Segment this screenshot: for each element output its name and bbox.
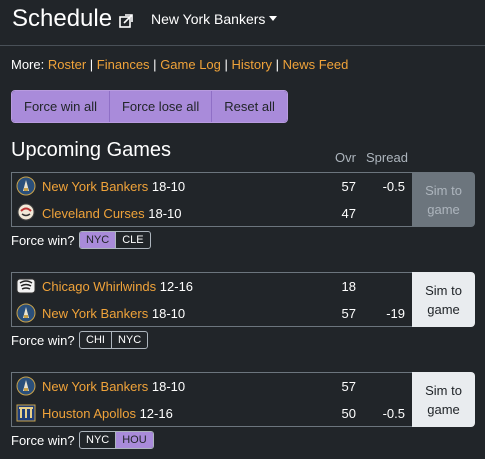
team-spread: -0.5 <box>382 406 405 421</box>
team-row: Houston Apollos 12-16 50 -0.5 <box>12 400 413 427</box>
team-record: 18-10 <box>151 179 186 194</box>
team-record: 12-16 <box>139 406 173 421</box>
more-links: More: Roster | Finances | Game Log | His… <box>11 57 348 72</box>
curses-logo-icon <box>17 203 35 221</box>
team-row: New York Bankers 18-10 57 -19 <box>12 300 413 327</box>
sim-to-game-button[interactable]: Sim to game <box>412 172 475 227</box>
ovr-column-header: Ovr <box>335 150 356 165</box>
team-link[interactable]: Cleveland Curses <box>42 206 145 221</box>
team-record: 12-16 <box>159 279 194 294</box>
sim-label: Sim to <box>425 183 462 198</box>
sim-label: game <box>427 402 460 417</box>
sim-to-game-button[interactable]: Sim to game <box>412 272 475 327</box>
force-win-option[interactable]: NYC <box>80 432 117 448</box>
bankers-logo-icon <box>16 376 36 396</box>
force-win-label: Force win? <box>11 433 75 448</box>
separator: | <box>224 57 228 72</box>
team-record: 18-10 <box>151 379 186 394</box>
team-dropdown-label: New York Bankers <box>151 11 266 27</box>
apollos-logo-icon <box>16 404 36 422</box>
team-link[interactable]: Houston Apollos <box>42 406 136 421</box>
force-win-option[interactable]: HOU <box>116 432 153 448</box>
force-win-label: Force win? <box>11 333 75 348</box>
link-roster[interactable]: Roster <box>48 57 86 72</box>
separator: | <box>275 57 279 72</box>
separator: | <box>153 57 157 72</box>
link-news-feed[interactable]: News Feed <box>283 57 349 72</box>
game-matchup: New York Bankers 18-10 57 -0.5 Cleveland… <box>11 172 412 227</box>
team-spread: -0.5 <box>382 179 405 194</box>
link-history[interactable]: History <box>232 57 272 72</box>
team-link[interactable]: New York Bankers <box>42 379 148 394</box>
section-title: Upcoming Games <box>11 139 172 161</box>
separator: | <box>89 57 94 72</box>
team-row: Cleveland Curses 18-10 47 <box>12 200 413 227</box>
force-win-option[interactable]: NYC <box>80 232 117 248</box>
more-label: More: <box>11 57 45 72</box>
top-bar: Schedule New York Bankers <box>0 0 485 46</box>
bankers-logo-icon <box>16 176 36 196</box>
page-title: Schedule <box>12 5 113 32</box>
sim-label: game <box>427 202 460 217</box>
force-win-option[interactable]: CHI <box>80 332 112 348</box>
chevron-down-icon <box>269 16 278 21</box>
force-all-button-group: Force win all Force lose all Reset all <box>11 90 288 123</box>
team-row: New York Bankers 18-10 57 -0.5 <box>12 173 413 200</box>
force-win-label: Force win? <box>11 233 75 248</box>
team-ovr: 57 <box>341 306 356 321</box>
team-ovr: 50 <box>341 406 356 421</box>
team-ovr: 57 <box>341 379 356 394</box>
team-link[interactable]: New York Bankers <box>42 306 148 321</box>
force-win-toggle: CHI NYC <box>79 331 149 349</box>
force-win-toggle: NYC CLE <box>79 231 151 249</box>
spread-column-header: Spread <box>366 150 408 165</box>
sim-label: Sim to <box>425 383 462 398</box>
team-link[interactable]: Chicago Whirlwinds <box>42 279 156 294</box>
bankers-logo-icon <box>16 303 36 323</box>
team-row: New York Bankers 18-10 57 <box>12 373 413 400</box>
team-record: 18-10 <box>151 306 186 321</box>
link-game-log[interactable]: Game Log <box>160 57 221 72</box>
force-win-option[interactable]: CLE <box>116 232 149 248</box>
force-win-all-button[interactable]: Force win all <box>12 91 110 122</box>
reset-all-button[interactable]: Reset all <box>212 91 287 122</box>
link-finances[interactable]: Finances <box>97 57 150 72</box>
game-matchup: Chicago Whirlwinds 12-16 18 New York Ban… <box>11 272 412 327</box>
team-ovr: 47 <box>341 206 356 221</box>
team-ovr: 18 <box>341 279 356 294</box>
whirlwinds-logo-icon <box>16 278 36 294</box>
team-ovr: 57 <box>341 179 356 194</box>
sim-label: game <box>427 302 460 317</box>
team-record: 18-10 <box>148 206 182 221</box>
force-lose-all-button[interactable]: Force lose all <box>109 91 213 122</box>
external-link-icon[interactable] <box>118 13 134 29</box>
force-win-option[interactable]: NYC <box>112 332 147 348</box>
team-link[interactable]: New York Bankers <box>42 179 148 194</box>
team-dropdown[interactable]: New York Bankers <box>151 11 278 27</box>
team-row: Chicago Whirlwinds 12-16 18 <box>12 273 413 300</box>
team-spread: -19 <box>386 306 405 321</box>
force-win-toggle: NYC HOU <box>79 431 154 449</box>
sim-to-game-button[interactable]: Sim to game <box>412 372 475 427</box>
game-matchup: New York Bankers 18-10 57 Houston Apollo… <box>11 372 412 427</box>
sim-label: Sim to <box>425 283 462 298</box>
